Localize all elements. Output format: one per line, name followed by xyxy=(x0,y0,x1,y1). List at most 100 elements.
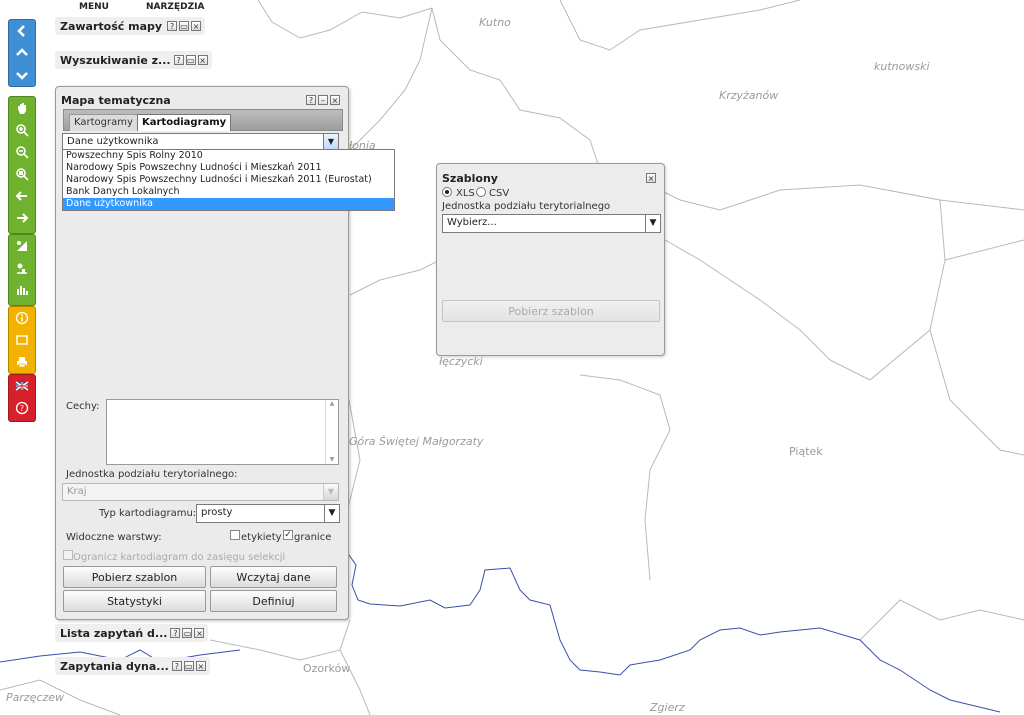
panel-query-list[interactable]: Lista zapytań d... ? ▭ × xyxy=(55,624,209,642)
maximize-icon[interactable]: ▭ xyxy=(185,55,196,65)
tab-strip: Kartogramy Kartodiagramy xyxy=(63,109,343,131)
info-toolbar xyxy=(8,306,36,374)
maximize-icon[interactable]: ▭ xyxy=(179,21,190,31)
boundaries-checkbox-label: granice xyxy=(294,532,332,543)
diagram-type-select[interactable]: prosty ▼ xyxy=(196,504,340,523)
panel-search[interactable]: Wyszukiwanie z... ? ▭ × xyxy=(55,51,212,69)
panel-dynamic-queries[interactable]: Zapytania dyna... ? ▭ × xyxy=(55,657,210,675)
statistics-button[interactable]: Statystyki xyxy=(63,590,206,612)
analysis-toolbar xyxy=(8,234,36,306)
close-icon[interactable]: × xyxy=(197,55,208,65)
diagram-type-value: prosty xyxy=(201,507,233,518)
panel-title: Lista zapytań d... xyxy=(60,626,168,640)
visible-layers-label: Widoczne warstwy: xyxy=(66,532,162,543)
csv-label: CSV xyxy=(489,188,510,199)
print-icon[interactable] xyxy=(9,351,35,373)
english-flag-icon[interactable] xyxy=(9,375,35,397)
define-button[interactable]: Definiuj xyxy=(210,590,337,612)
thematic-map-icon[interactable] xyxy=(9,235,35,257)
help-icon[interactable]: ? xyxy=(170,628,181,638)
map-label-zgierz: Zgierz xyxy=(650,701,685,714)
maximize-icon[interactable]: ▭ xyxy=(182,628,193,638)
misc-toolbar: ? xyxy=(8,374,36,422)
labels-checkbox-label: etykiety xyxy=(241,532,282,543)
data-source-value: Dane użytkownika xyxy=(67,136,159,147)
csv-radio[interactable] xyxy=(476,187,486,197)
limit-selection-label: Ogranicz kartodiagram do zasięgu selekcj… xyxy=(73,552,286,563)
map-label-gora: Góra Świętej Małgorzaty xyxy=(349,435,484,448)
labels-checkbox[interactable] xyxy=(230,530,240,540)
select-rectangle-icon[interactable] xyxy=(9,329,35,351)
chevron-down-icon[interactable]: ▼ xyxy=(323,134,338,150)
bar-chart-icon[interactable] xyxy=(9,279,35,301)
close-icon[interactable]: × xyxy=(191,21,202,31)
maximize-icon[interactable]: ▭ xyxy=(183,661,194,671)
tab-kartogramy[interactable]: Kartogramy xyxy=(69,114,138,131)
help-icon[interactable]: ? xyxy=(173,55,184,65)
download-template-button: Pobierz szablon xyxy=(442,300,660,322)
help-icon[interactable]: ? xyxy=(306,95,316,105)
back-arrow-icon[interactable] xyxy=(9,185,35,207)
map-label-krzyzanow: Krzyżanów xyxy=(719,89,779,102)
map-tools-toolbar xyxy=(8,96,36,234)
panel-title: Szablony xyxy=(442,172,498,185)
boundaries-checkbox[interactable]: ✓ xyxy=(283,530,293,540)
dropdown-option[interactable]: Bank Danych Lokalnych xyxy=(63,186,394,198)
load-data-button[interactable]: Wczytaj dane xyxy=(210,566,337,588)
territorial-unit-label: Jednostka podziału terytorialnego xyxy=(442,201,611,212)
panel-title: Wyszukiwanie z... xyxy=(60,53,171,67)
chevron-down-icon[interactable]: ▼ xyxy=(645,215,660,232)
zoom-in-icon[interactable] xyxy=(9,119,35,141)
close-icon[interactable]: × xyxy=(194,628,205,638)
zoom-extent-icon[interactable] xyxy=(9,163,35,185)
info-icon[interactable] xyxy=(9,307,35,329)
features-label: Cechy: xyxy=(66,401,100,412)
chevron-down-icon[interactable]: ▼ xyxy=(324,505,339,522)
templates-panel: Szablony × XLS CSV Jednostka podziału te… xyxy=(436,163,665,356)
menu-link[interactable]: MENU xyxy=(79,2,109,12)
forward-arrow-icon[interactable] xyxy=(9,207,35,229)
tab-kartodiagramy[interactable]: Kartodiagramy xyxy=(137,114,232,131)
chevron-down-icon: ▼ xyxy=(323,484,338,500)
template-unit-select[interactable]: Wybierz... ▼ xyxy=(442,214,661,233)
map-label-kutno: Kutno xyxy=(479,16,511,29)
map-label-leczycki: łęczycki xyxy=(439,355,483,368)
help-icon[interactable]: ? xyxy=(9,397,35,419)
dropdown-option-selected[interactable]: Dane użytkownika xyxy=(63,198,394,210)
arrow-left-icon[interactable] xyxy=(9,20,35,42)
pan-hand-icon[interactable] xyxy=(9,97,35,119)
chevron-down-icon[interactable] xyxy=(9,64,35,86)
scroll-down-icon[interactable]: ▼ xyxy=(326,456,338,463)
close-icon[interactable]: × xyxy=(330,95,340,105)
tools-menu-link[interactable]: NARZĘDZIA xyxy=(146,2,204,12)
dropdown-option[interactable]: Narodowy Spis Powszechny Ludności i Mies… xyxy=(63,162,394,174)
map-label-piatek: Piątek xyxy=(789,445,823,458)
window-controls: ? – × xyxy=(304,95,340,105)
panel-map-contents[interactable]: Zawartość mapy ? ▭ × xyxy=(55,17,206,35)
help-icon[interactable]: ? xyxy=(167,21,178,31)
dropdown-option[interactable]: Powszechny Spis Rolny 2010 xyxy=(63,150,394,162)
scroll-up-icon[interactable]: ▲ xyxy=(326,400,338,407)
map-label-parzeczew: Parzęczew xyxy=(6,691,65,704)
dropdown-option[interactable]: Narodowy Spis Powszechny Ludności i Mies… xyxy=(63,174,394,186)
close-icon[interactable]: × xyxy=(646,173,656,183)
template-unit-value: Wybierz... xyxy=(447,217,497,228)
xls-radio[interactable] xyxy=(442,187,452,197)
features-list[interactable]: ▲ ▼ xyxy=(106,399,339,465)
data-source-dropdown: Powszechny Spis Rolny 2010 Narodowy Spis… xyxy=(62,149,395,211)
close-icon[interactable]: × xyxy=(195,661,206,671)
minimize-icon[interactable]: – xyxy=(318,95,328,105)
limit-selection-checkbox xyxy=(63,550,73,560)
svg-text:?: ? xyxy=(20,404,24,413)
map-label-kutnowski: kutnowski xyxy=(874,60,930,73)
territorial-unit-label: Jednostka podziału terytorialnego: xyxy=(66,469,238,480)
zoom-out-icon[interactable] xyxy=(9,141,35,163)
help-icon[interactable]: ? xyxy=(171,661,182,671)
xls-label: XLS xyxy=(456,188,475,199)
chevron-up-icon[interactable] xyxy=(9,42,35,64)
point-chart-icon[interactable] xyxy=(9,257,35,279)
scrollbar[interactable]: ▲ ▼ xyxy=(325,400,338,464)
panel-title: Mapa tematyczna xyxy=(61,94,171,107)
download-template-button[interactable]: Pobierz szablon xyxy=(63,566,206,588)
territorial-unit-value: Kraj xyxy=(67,486,87,497)
